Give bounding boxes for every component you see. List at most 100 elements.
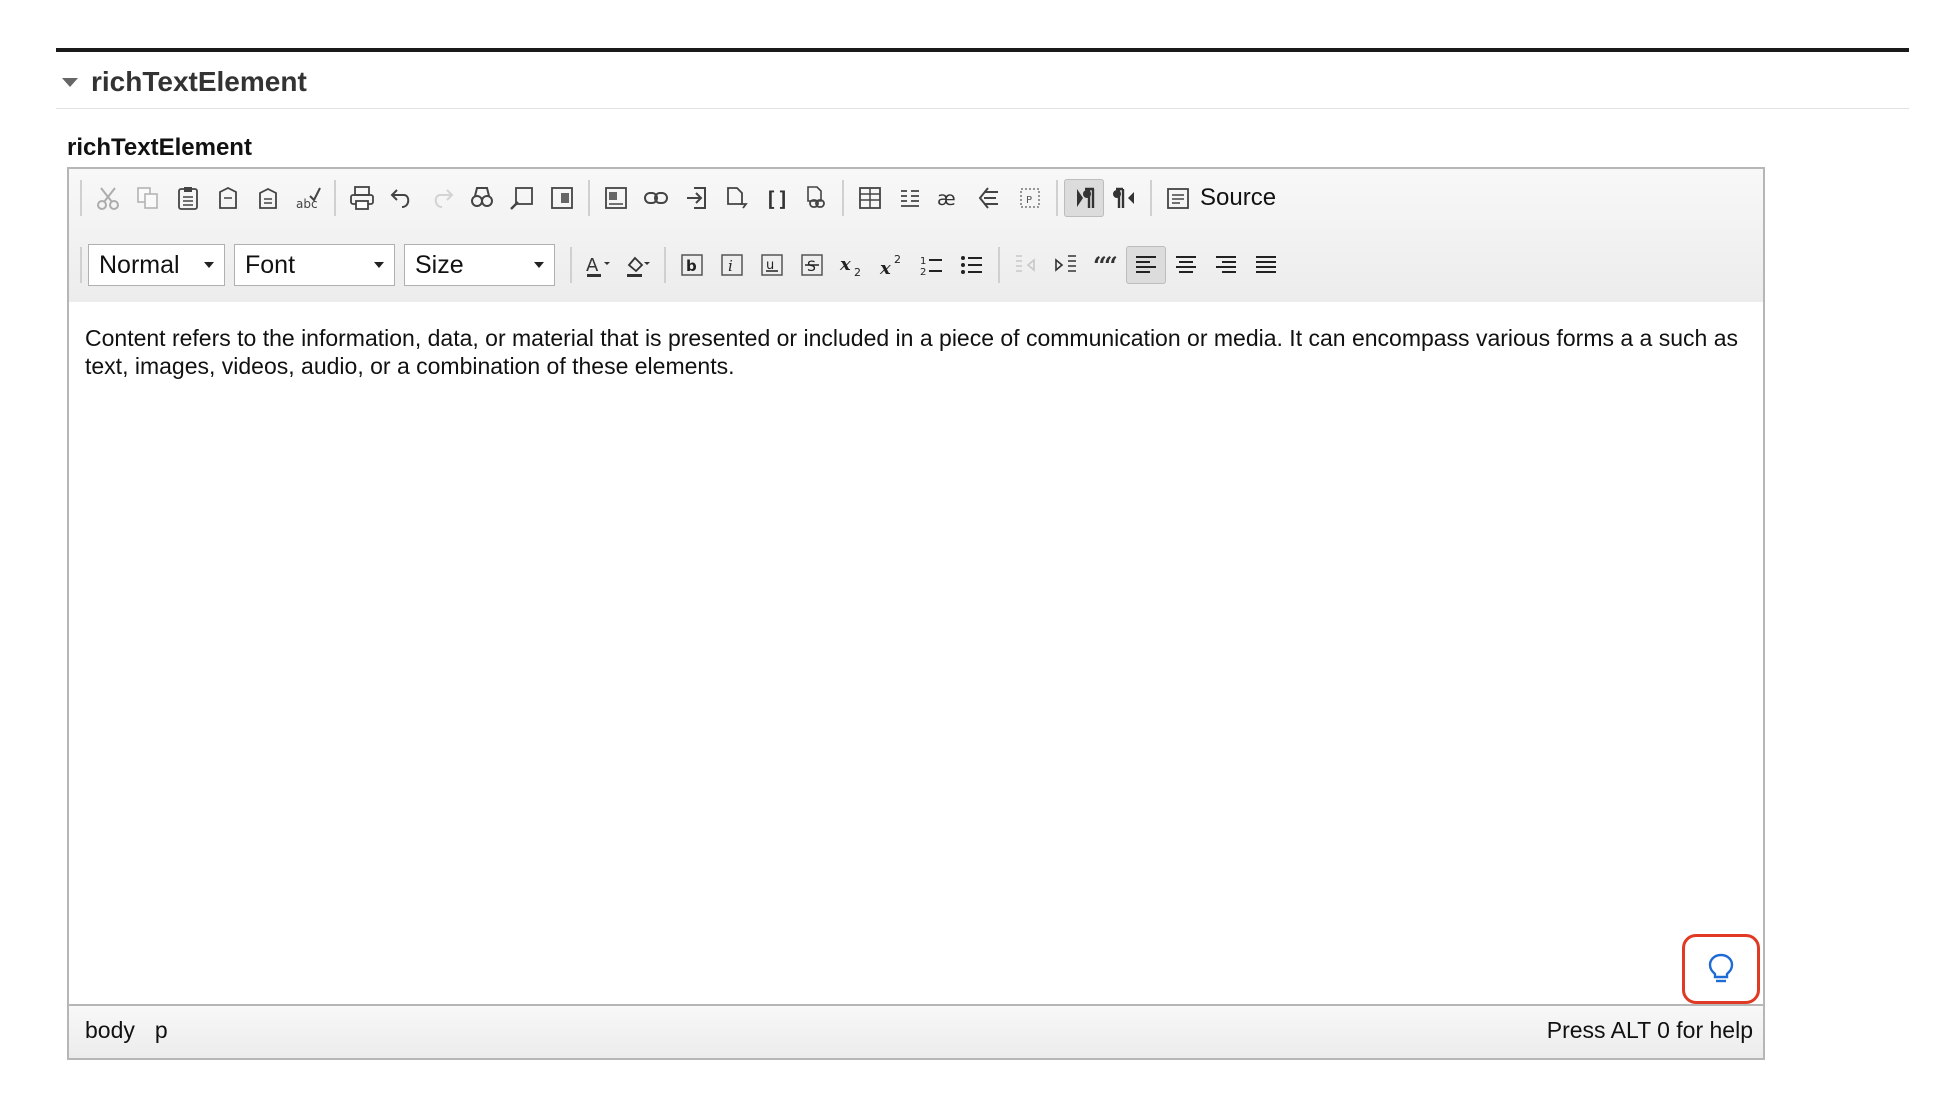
table-button[interactable]: [850, 179, 890, 217]
align-left-button[interactable]: [1126, 246, 1166, 284]
font-select[interactable]: Font: [234, 244, 395, 286]
superscript-icon: x2: [879, 253, 901, 279]
underline-button[interactable]: u: [752, 246, 792, 284]
paste-button[interactable]: [168, 179, 208, 217]
section-header[interactable]: richTextElement: [62, 62, 307, 102]
strikethrough-button[interactable]: S: [792, 246, 832, 284]
collapse-caret-icon[interactable]: [62, 77, 78, 87]
paste-word-button[interactable]: [248, 179, 288, 217]
paste-text-button[interactable]: [208, 179, 248, 217]
size-select[interactable]: Size: [404, 244, 555, 286]
background-color-button[interactable]: [618, 246, 658, 284]
bulleted-list-button[interactable]: [952, 246, 992, 284]
font-select-value: Font: [245, 250, 296, 279]
text-direction-rtl-button[interactable]: [1104, 179, 1144, 217]
italic-icon: i: [721, 254, 743, 276]
editor-statusbar: body p Press ALT 0 for help: [69, 1004, 1763, 1058]
link-icon: [644, 192, 668, 204]
chevron-down-icon: [204, 262, 214, 268]
lightbulb-icon: [1708, 953, 1734, 983]
find-button[interactable]: [462, 179, 502, 217]
toolbar-separator: [1056, 180, 1058, 216]
cut-button[interactable]: [88, 179, 128, 217]
section-title: richTextElement: [91, 66, 307, 97]
spellcheck-button[interactable]: abc: [288, 179, 328, 217]
path-item-p[interactable]: p: [155, 1017, 168, 1044]
brackets-button[interactable]: []: [756, 179, 796, 217]
text-direction-ltr-icon: [1077, 187, 1095, 208]
align-center-icon: [1176, 256, 1196, 273]
page-break-button[interactable]: [716, 179, 756, 217]
help-hint: Press ALT 0 for help: [1546, 1017, 1753, 1043]
special-char-icon: æ: [937, 188, 956, 210]
undo-icon: [390, 189, 410, 208]
remove-format-icon: [978, 187, 998, 209]
subscript-button[interactable]: x2: [832, 246, 872, 284]
align-center-button[interactable]: [1166, 246, 1206, 284]
svg-text:i: i: [728, 257, 733, 275]
italic-button[interactable]: i: [712, 246, 752, 284]
paste-text-icon: [219, 186, 237, 209]
table-icon: [859, 187, 881, 209]
bold-button[interactable]: b: [672, 246, 712, 284]
svg-text:A: A: [586, 255, 599, 276]
toolbar-separator: [570, 247, 572, 283]
path-item-body[interactable]: body: [85, 1017, 135, 1044]
copy-button[interactable]: [128, 179, 168, 217]
placeholder-button[interactable]: P: [1010, 179, 1050, 217]
text-direction-rtl-icon: [1113, 187, 1134, 208]
subscript-icon: x2: [839, 254, 861, 279]
anchor-icon: [687, 187, 706, 209]
print-icon: [350, 186, 374, 210]
strikethrough-icon: S: [801, 254, 823, 276]
undo-button[interactable]: [382, 179, 422, 217]
brackets-icon: []: [765, 187, 789, 211]
svg-text:S: S: [807, 259, 816, 275]
blockquote-button[interactable]: ““: [1086, 246, 1126, 284]
toolbar-separator: [664, 247, 666, 283]
editor-content-area[interactable]: Content refers to the information, data,…: [69, 302, 1763, 1006]
outdent-icon: [1016, 255, 1035, 272]
toolbar-row-2: Normal Font Size Ab i u Sx 2 x 2 1 2 ““: [74, 241, 1758, 289]
align-right-icon: [1216, 256, 1236, 273]
redo-button[interactable]: [422, 179, 462, 217]
underline-icon: u: [761, 254, 783, 276]
chevron-down-icon: [374, 262, 384, 268]
svg-text:[]: []: [765, 187, 789, 211]
superscript-button[interactable]: x2: [872, 246, 912, 284]
format-select[interactable]: Normal: [88, 244, 225, 286]
replace-button[interactable]: [502, 179, 542, 217]
text-direction-ltr-button[interactable]: [1064, 179, 1104, 217]
text-color-button[interactable]: A: [578, 246, 618, 284]
link-special-button[interactable]: [796, 179, 836, 217]
outdent-button[interactable]: [1006, 246, 1046, 284]
select-all-button[interactable]: [542, 179, 582, 217]
numbered-list-icon: 12: [920, 256, 942, 278]
link-button[interactable]: [636, 179, 676, 217]
indent-button[interactable]: [1046, 246, 1086, 284]
select-all-icon: [551, 187, 573, 209]
background-color-icon: [627, 256, 650, 277]
align-justify-icon: [1256, 256, 1276, 273]
spellcheck-icon: abc: [296, 187, 321, 211]
find-icon: [471, 187, 493, 207]
anchor-button[interactable]: [676, 179, 716, 217]
image-icon: [605, 187, 627, 209]
content-paragraph[interactable]: Content refers to the information, data,…: [85, 324, 1741, 380]
toolbar-row-1: abc [] æ P Source: [74, 177, 1758, 219]
align-justify-button[interactable]: [1246, 246, 1286, 284]
field-label: richTextElement: [67, 134, 252, 161]
special-char-button[interactable]: æ: [930, 179, 970, 217]
numbered-list-button[interactable]: 12: [912, 246, 952, 284]
align-right-button[interactable]: [1206, 246, 1246, 284]
remove-format-button[interactable]: [970, 179, 1010, 217]
toolbar-separator: [80, 180, 82, 216]
image-button[interactable]: [596, 179, 636, 217]
horizontal-rule-button[interactable]: [890, 179, 930, 217]
top-rule: [56, 48, 1909, 52]
source-button[interactable]: Source: [1158, 179, 1282, 217]
svg-text:2: 2: [854, 266, 861, 279]
assistant-hint-button[interactable]: [1682, 934, 1760, 1004]
blockquote-icon: ““: [1093, 251, 1118, 279]
print-button[interactable]: [342, 179, 382, 217]
